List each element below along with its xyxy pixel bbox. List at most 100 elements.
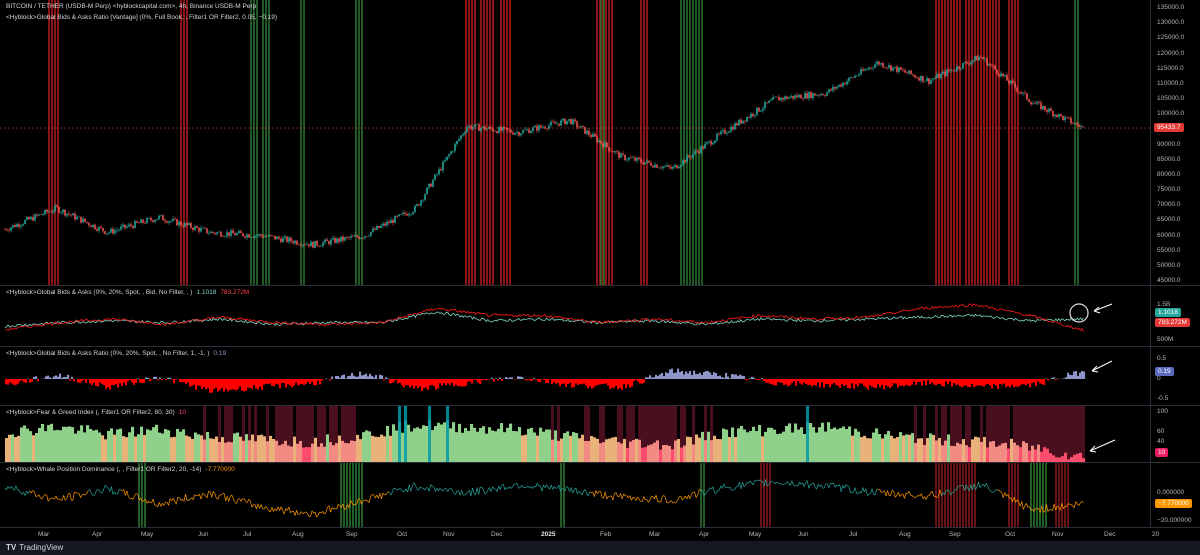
ratio-bar xyxy=(805,379,808,384)
fg-bar xyxy=(824,431,828,462)
whale-series xyxy=(217,495,220,500)
fg-bar xyxy=(977,437,981,462)
fg-bar xyxy=(875,428,879,462)
ratio-bar xyxy=(601,379,604,385)
ratio-bar xyxy=(437,379,440,389)
ratio-bar xyxy=(7,379,10,385)
candle-body xyxy=(576,121,578,128)
tradingview-logo[interactable]: TV TradingView xyxy=(6,543,63,552)
candle-body xyxy=(256,235,258,237)
ratio-bar xyxy=(637,379,640,382)
ratio-bar xyxy=(499,377,502,379)
ratio-bar xyxy=(813,379,816,385)
candle-body xyxy=(328,241,330,245)
fear-greed-axis[interactable]: 10060402010 xyxy=(1150,406,1200,462)
ratio-bar xyxy=(947,379,950,385)
ratio-bar xyxy=(135,379,138,383)
candle-body xyxy=(522,130,524,134)
whale-series xyxy=(410,486,413,492)
whale-series xyxy=(594,490,597,497)
price-axis[interactable]: 135000.0 130000.0 125000.0 120000.0 115000.0… xyxy=(1150,0,1200,285)
ratio-bar xyxy=(923,379,926,381)
ratio-bar xyxy=(441,379,444,386)
candle-body xyxy=(826,92,828,96)
candle-body xyxy=(152,220,154,222)
ratio-bar xyxy=(739,374,742,379)
candle-body xyxy=(144,222,146,224)
ratio-bar xyxy=(591,379,594,389)
candle-body xyxy=(604,142,606,148)
whale-series xyxy=(418,486,421,491)
candle-body xyxy=(934,77,936,79)
whale-axis[interactable]: 0.000000 −20.000000 −7.770000 xyxy=(1150,463,1200,527)
candle-body xyxy=(548,125,550,129)
whale-band xyxy=(971,463,973,527)
fg-bar xyxy=(194,432,198,462)
ratio-axis[interactable]: 0.5 0 -0.5 0.19 xyxy=(1150,347,1200,405)
whale-series xyxy=(266,508,270,512)
price-chart[interactable] xyxy=(0,0,1150,285)
x-tick: May xyxy=(141,531,154,538)
fg-bar xyxy=(62,426,66,462)
x-tick: Apr xyxy=(92,531,103,538)
candle-body xyxy=(890,65,892,71)
bids-asks-pane[interactable]: <Hyblock>Global Bids & Asks (0%, 20%, Sp… xyxy=(0,286,1150,346)
ratio-bar xyxy=(197,379,200,386)
fg-bar xyxy=(905,434,909,462)
ratio-bar xyxy=(1011,379,1014,385)
ratio-bar xyxy=(289,379,292,386)
bids-asks-axis[interactable]: 1.5B1B500M1.1018783.272M xyxy=(1150,286,1200,346)
whale-series xyxy=(302,512,305,514)
ratio-bar xyxy=(987,379,990,384)
whale-series xyxy=(23,492,26,496)
whale-series xyxy=(1047,509,1050,512)
candle-body xyxy=(110,228,112,233)
fg-bar xyxy=(722,428,726,462)
whale-series xyxy=(836,484,839,487)
fg-bar xyxy=(179,431,183,462)
candle-body xyxy=(910,70,912,75)
whale-series xyxy=(626,495,629,499)
ratio-pane[interactable]: <Hyblock>Global Bids & Asks Ratio (0%, 2… xyxy=(0,347,1150,405)
fg-bar xyxy=(851,435,855,462)
whale-series xyxy=(688,495,691,499)
ratio-bar xyxy=(839,379,842,388)
ratio-bar xyxy=(597,379,600,385)
price-pane[interactable]: BITCOIN / TETHER (USDB-M Perp) <hyblockc… xyxy=(0,0,1150,285)
fg-bar xyxy=(584,440,588,462)
candle-body xyxy=(546,128,548,130)
fg-bar xyxy=(803,433,807,462)
candle-body xyxy=(830,89,832,91)
fg-bar xyxy=(236,432,240,462)
ratio-bar xyxy=(529,379,532,381)
whale-series xyxy=(752,480,756,486)
candle-body xyxy=(46,209,48,213)
fg-bar xyxy=(521,435,525,462)
whale-series xyxy=(169,498,172,502)
fg-bar xyxy=(806,421,810,462)
candle-body xyxy=(816,94,818,96)
whale-band xyxy=(953,463,955,527)
whale-series xyxy=(550,484,554,490)
ratio-bar xyxy=(607,379,610,386)
fg-bar xyxy=(1010,438,1014,462)
ratio-bar xyxy=(229,379,232,391)
whale-series xyxy=(120,489,123,492)
fear-greed-pane[interactable]: <Hyblock>Fear & Greed Index (, Filter1 O… xyxy=(0,406,1150,462)
ratio-bar xyxy=(491,377,494,379)
ratio-bar xyxy=(543,379,546,380)
ratio-bar xyxy=(1065,377,1068,379)
green-band xyxy=(262,0,264,285)
candle-body xyxy=(350,236,352,238)
x-tick: Jun xyxy=(798,531,809,538)
candle-body xyxy=(1060,113,1062,116)
ratio-bar xyxy=(835,379,838,385)
ratio-bar xyxy=(49,377,52,379)
time-axis[interactable]: Mar Apr May Jun Jul Aug Sep Oct Nov Dec 2025 Feb Mar… xyxy=(0,527,1200,542)
fg-bar xyxy=(404,420,408,462)
candle-body xyxy=(740,119,742,124)
whale-series xyxy=(6,486,9,490)
whale-series xyxy=(592,491,595,497)
whale-pane[interactable]: <Hyblock>Whale Position Dominance (, , F… xyxy=(0,463,1150,527)
fg-bar xyxy=(131,426,135,462)
